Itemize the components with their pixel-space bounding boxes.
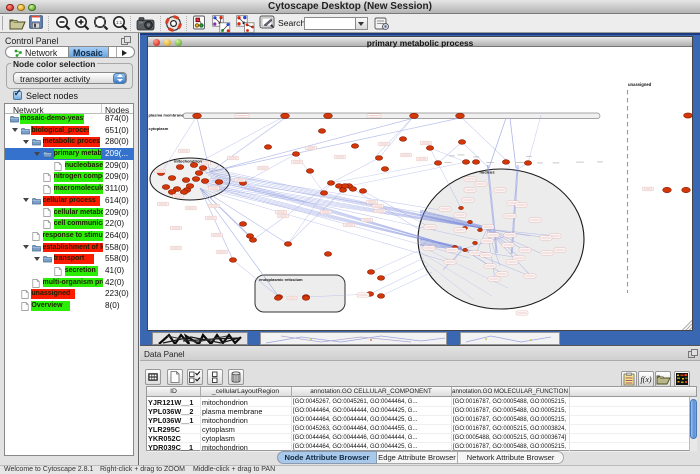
svg-text:mitochondrion: mitochondrion <box>174 159 203 164</box>
svg-text:endoplasmic reticulum: endoplasmic reticulum <box>259 277 303 282</box>
svg-text:f(x): f(x) <box>640 375 651 384</box>
svg-text:1:1: 1:1 <box>116 20 123 25</box>
svg-text:cytoplasm: cytoplasm <box>149 126 169 131</box>
svg-text:plasma membrane: plasma membrane <box>149 113 185 118</box>
svg-text:unassigned: unassigned <box>628 82 652 87</box>
svg-text:nucleus: nucleus <box>479 170 495 175</box>
